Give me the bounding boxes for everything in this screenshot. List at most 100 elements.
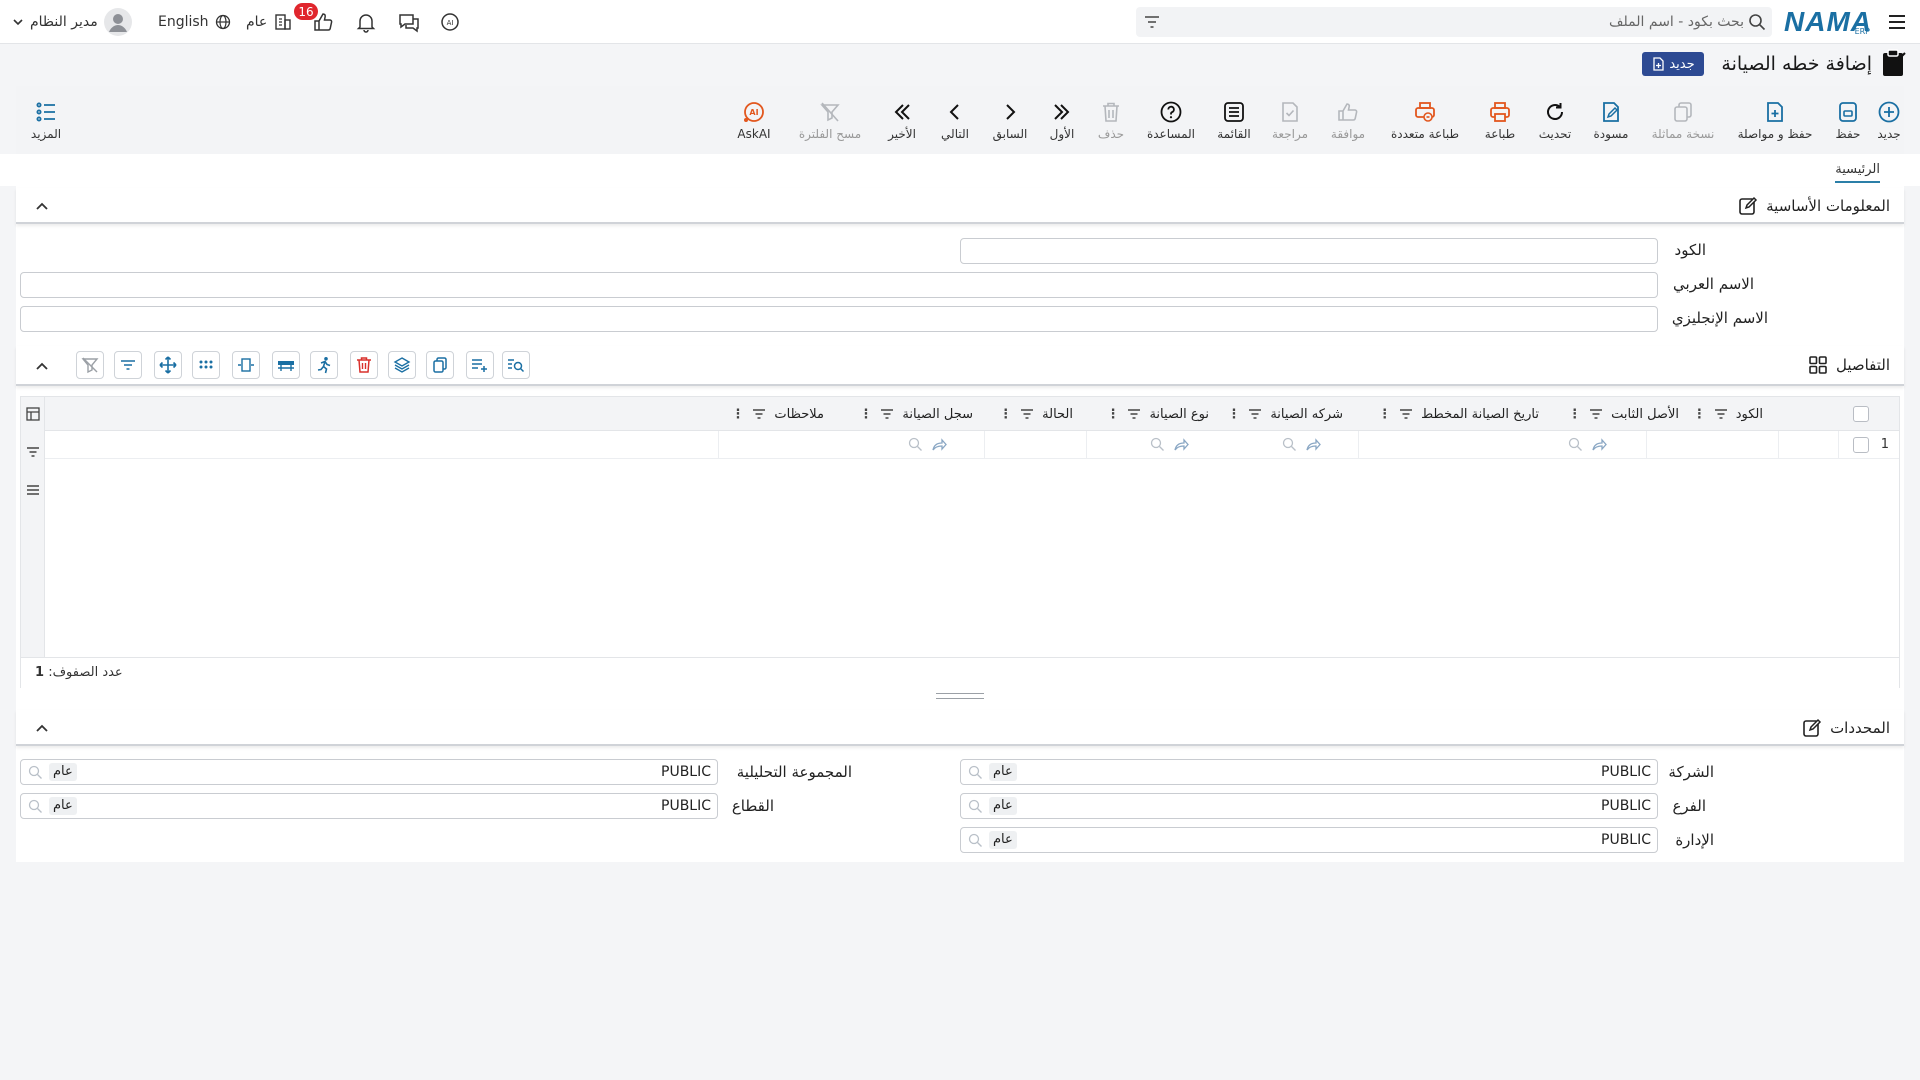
column-filter-icon[interactable] (880, 407, 894, 421)
refresh-button[interactable]: تحديث (1532, 86, 1578, 154)
company-lookup[interactable]: PUBLIC عام (960, 759, 1658, 785)
previous-record-button[interactable]: السابق (986, 86, 1034, 154)
menu-lines-icon[interactable] (26, 483, 40, 497)
column-filter-icon[interactable] (1020, 407, 1034, 421)
filter-icon[interactable] (26, 445, 40, 459)
next-record-button[interactable]: التالي (932, 86, 978, 154)
column-header-maintenance-type[interactable]: نوع الصيانة ⋮ (1106, 397, 1209, 431)
open-link-icon[interactable] (931, 437, 947, 453)
list-button[interactable]: القائمة (1210, 86, 1258, 154)
column-menu-icon[interactable]: ⋮ (1106, 407, 1119, 422)
column-menu-icon[interactable]: ⋮ (1568, 407, 1581, 422)
column-header-code[interactable]: الكود ⋮ (1693, 397, 1763, 431)
column-menu-icon[interactable]: ⋮ (1378, 407, 1391, 422)
save-button[interactable]: حفظ (1828, 86, 1868, 154)
department-lookup[interactable]: PUBLIC عام (960, 827, 1658, 853)
search-icon[interactable] (967, 764, 983, 780)
grid-search-button[interactable] (502, 351, 530, 379)
lookup-search-icon[interactable] (1149, 436, 1165, 452)
chevron-up-icon[interactable] (32, 356, 52, 376)
ai-assistant-button[interactable]: AI (438, 0, 462, 44)
column-header-notes[interactable]: ملاحظات ⋮ (731, 397, 824, 431)
search-icon[interactable] (27, 798, 43, 814)
select-all-checkbox[interactable] (1853, 406, 1869, 422)
search-input[interactable] (1184, 10, 1744, 34)
grid-filter-button[interactable] (114, 351, 142, 379)
branch-lookup[interactable]: PUBLIC عام (960, 793, 1658, 819)
chevron-up-icon[interactable] (32, 718, 52, 738)
grid-apps-button[interactable] (192, 351, 220, 379)
row-checkbox[interactable] (1853, 437, 1869, 453)
grid-move-button[interactable] (154, 351, 182, 379)
grid-copy-button[interactable] (426, 351, 454, 379)
filter-icon[interactable] (1144, 14, 1160, 30)
column-header-maintenance-company[interactable]: شركه الصيانة ⋮ (1227, 397, 1343, 431)
messages-button[interactable] (397, 0, 421, 44)
approve-button[interactable]: موافقة (1322, 86, 1374, 154)
help-button[interactable]: المساعدة (1140, 86, 1202, 154)
arabic-name-input[interactable] (20, 272, 1658, 298)
duplicate-button[interactable]: نسخة مماثلة (1644, 86, 1722, 154)
first-record-button[interactable]: الأول (1042, 86, 1082, 154)
table-row[interactable]: 1 (45, 431, 1899, 459)
delete-button[interactable]: حذف (1090, 86, 1132, 154)
scope-switch[interactable]: عام (246, 0, 293, 44)
multi-print-button[interactable]: طباعة متعددة (1382, 86, 1468, 154)
more-button[interactable]: المزيد (16, 86, 76, 154)
basic-info-header[interactable]: المعلومات الأساسية (16, 188, 1904, 224)
column-filter-icon[interactable] (1127, 407, 1141, 421)
grid-add-row-button[interactable] (466, 351, 494, 379)
lookup-search-icon[interactable] (1281, 436, 1297, 452)
grid-table-button[interactable] (272, 351, 300, 379)
column-filter-icon[interactable] (752, 407, 766, 421)
language-switch[interactable]: English (158, 0, 231, 44)
lookup-search-icon[interactable] (907, 436, 923, 452)
column-filter-icon[interactable] (1399, 407, 1413, 421)
save-continue-button[interactable]: حفظ و مواصلة (1730, 86, 1820, 154)
search-icon[interactable] (967, 832, 983, 848)
clear-filter-button[interactable]: مسح الفلترة (788, 86, 872, 154)
user-menu[interactable]: مدير النظام (12, 0, 132, 44)
open-link-icon[interactable] (1173, 437, 1189, 453)
english-name-input[interactable] (20, 306, 1658, 332)
menu-button[interactable] (1886, 0, 1908, 44)
column-menu-icon[interactable]: ⋮ (999, 407, 1012, 422)
grid-clear-filter-button[interactable] (76, 351, 104, 379)
column-header-maintenance-log[interactable]: سجل الصيانة ⋮ (859, 397, 973, 431)
review-button[interactable]: مراجعة (1266, 86, 1314, 154)
column-filter-icon[interactable] (1714, 407, 1728, 421)
search-icon[interactable] (27, 764, 43, 780)
print-button[interactable]: طباعة (1476, 86, 1524, 154)
lookup-search-icon[interactable] (1567, 436, 1583, 452)
column-menu-icon[interactable]: ⋮ (1227, 407, 1240, 422)
grid-delete-button[interactable] (350, 351, 378, 379)
columns-icon[interactable] (26, 407, 40, 421)
dimensions-header[interactable]: المحددات (16, 710, 1904, 746)
chevron-up-icon[interactable] (32, 196, 52, 216)
askai-button[interactable]: AI AskAI (728, 86, 780, 154)
notifications-button[interactable] (355, 0, 377, 44)
column-header-fixed-asset[interactable]: الأصل الثابت ⋮ (1568, 397, 1679, 431)
resize-handle[interactable] (936, 693, 984, 699)
analytic-group-lookup[interactable]: PUBLIC عام (20, 759, 718, 785)
search-icon[interactable] (1748, 13, 1766, 31)
last-record-button[interactable]: الأخير (880, 86, 924, 154)
grid-fit-button[interactable] (232, 351, 260, 379)
grid-run-button[interactable] (310, 351, 338, 379)
sector-lookup[interactable]: PUBLIC عام (20, 793, 718, 819)
new-button[interactable]: جديد (1872, 86, 1906, 154)
grid-layers-button[interactable] (388, 351, 416, 379)
code-input[interactable] (960, 238, 1658, 264)
tab-main[interactable]: الرئيسية (1835, 162, 1880, 183)
column-filter-icon[interactable] (1248, 407, 1262, 421)
open-link-icon[interactable] (1305, 437, 1321, 453)
column-menu-icon[interactable]: ⋮ (1693, 407, 1706, 422)
draft-button[interactable]: مسودة (1586, 86, 1636, 154)
search-icon[interactable] (967, 798, 983, 814)
column-filter-icon[interactable] (1589, 407, 1603, 421)
column-menu-icon[interactable]: ⋮ (731, 407, 744, 422)
column-header-planned-date[interactable]: تاريخ الصيانة المخطط ⋮ (1378, 397, 1539, 431)
column-header-status[interactable]: الحالة ⋮ (999, 397, 1073, 431)
logo[interactable]: NAMA ERP (1784, 0, 1872, 44)
open-link-icon[interactable] (1591, 437, 1607, 453)
